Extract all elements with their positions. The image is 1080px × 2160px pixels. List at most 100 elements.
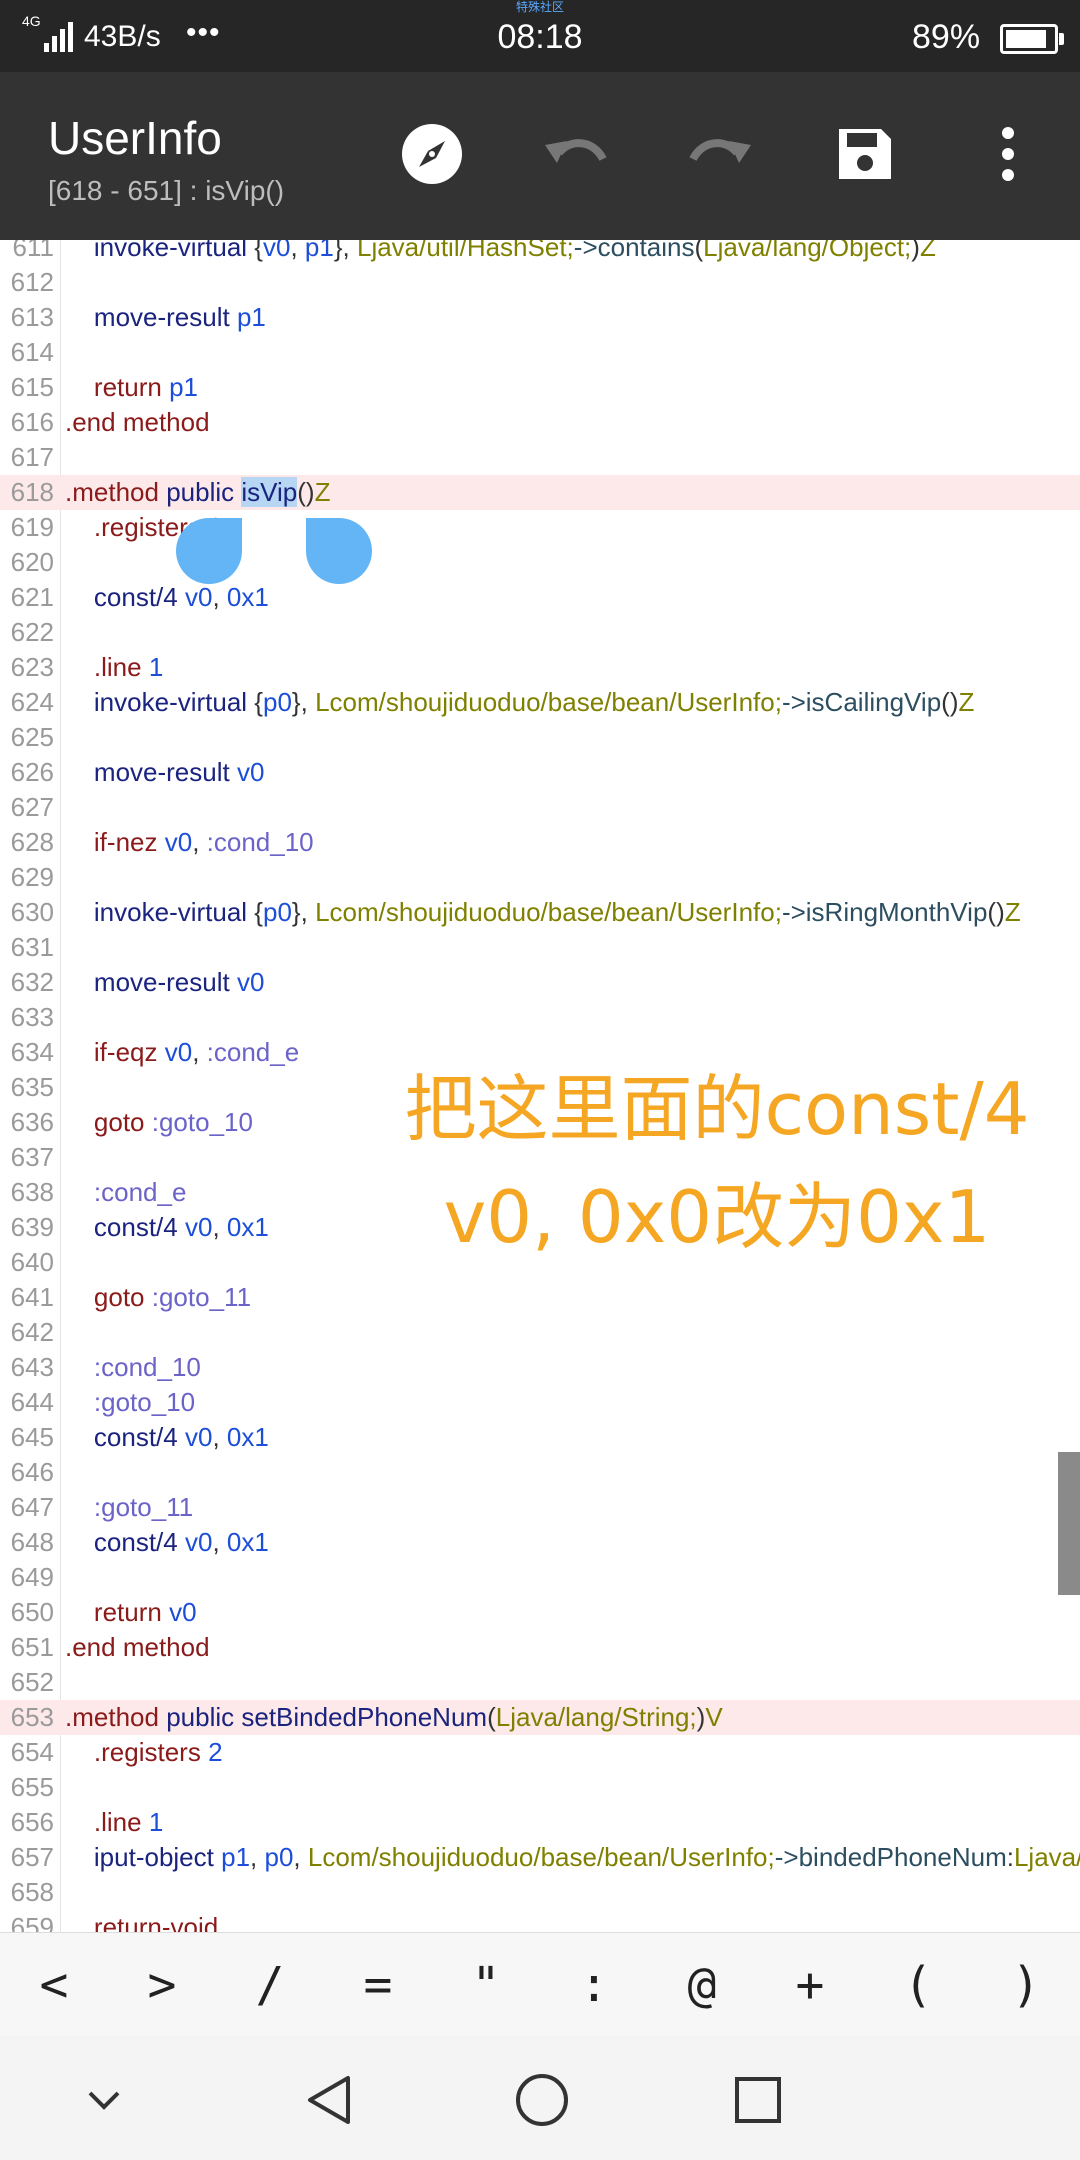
code-line[interactable]: 656 .line 1	[0, 1805, 1080, 1840]
battery-icon	[1000, 24, 1064, 54]
hide-keyboard-button[interactable]	[64, 2060, 144, 2140]
code-token: {	[247, 687, 263, 717]
code-line[interactable]: 630 invoke-virtual {p0}, Lcom/shoujiduod…	[0, 895, 1080, 930]
line-number: 616	[10, 407, 54, 437]
line-number: 637	[10, 1142, 54, 1172]
code-line[interactable]: 651 .end method	[0, 1630, 1080, 1665]
code-line[interactable]: 624 invoke-virtual {p0}, Lcom/shoujiduod…	[0, 685, 1080, 720]
symbol-key[interactable]: @	[662, 1957, 742, 2013]
code-line[interactable]: 632 move-result v0	[0, 965, 1080, 1000]
code-line[interactable]: 626 move-result v0	[0, 755, 1080, 790]
code-line[interactable]: 613 move-result p1	[0, 300, 1080, 335]
save-button[interactable]	[824, 114, 904, 194]
line-number: 634	[10, 1037, 54, 1067]
selection-end-handle[interactable]	[306, 518, 372, 584]
editor-scrollbar[interactable]	[1058, 1452, 1080, 1595]
code-token: p1	[221, 1842, 251, 1872]
code-line[interactable]: 652	[0, 1665, 1080, 1700]
code-line[interactable]: 612	[0, 265, 1080, 300]
code-line[interactable]: 627	[0, 790, 1080, 825]
code-line[interactable]: 629	[0, 860, 1080, 895]
symbol-key[interactable]: /	[230, 1957, 310, 2013]
recents-button[interactable]	[718, 2060, 798, 2140]
selection-start-handle[interactable]	[176, 518, 242, 584]
code-line[interactable]: 620	[0, 545, 1080, 580]
code-token: ,	[212, 582, 227, 612]
code-token: (	[694, 240, 704, 262]
code-line[interactable]: 614	[0, 335, 1080, 370]
code-line[interactable]: 616 .end method	[0, 405, 1080, 440]
symbol-key[interactable]: (	[878, 1957, 958, 2013]
code-line[interactable]: 621 const/4 v0, 0x1	[0, 580, 1080, 615]
code-line[interactable]: 618 .method public isVip()Z	[0, 475, 1080, 510]
code-token: goto	[93, 1282, 145, 1312]
code-token: p0	[263, 687, 292, 717]
code-line[interactable]: 659 return-void	[0, 1910, 1080, 1932]
code-line[interactable]: 657 iput-object p1, p0, Lcom/shoujiduodu…	[0, 1840, 1080, 1875]
code-line[interactable]: 611 invoke-virtual {v0, p1}, Ljava/util/…	[0, 240, 1080, 265]
code-line[interactable]: 655	[0, 1770, 1080, 1805]
line-code: goto :goto_11	[65, 1280, 251, 1315]
line-number: 615	[10, 372, 54, 402]
code-line[interactable]: 653 .method public setBindedPhoneNum(Ljav…	[0, 1700, 1080, 1735]
code-token: ,	[250, 1842, 265, 1872]
code-line[interactable]: 654 .registers 2	[0, 1735, 1080, 1770]
symbol-key[interactable]: )	[986, 1957, 1066, 2013]
code-line[interactable]: 631	[0, 930, 1080, 965]
undo-icon	[545, 139, 607, 163]
code-line[interactable]: 650 return v0	[0, 1595, 1080, 1630]
code-token: ,	[293, 1842, 308, 1872]
code-line[interactable]: 622	[0, 615, 1080, 650]
code-line[interactable]: 649	[0, 1560, 1080, 1595]
code-token: Lcom/shoujiduoduo/base/bean/UserInfo;	[315, 897, 782, 927]
code-token: 0x1	[226, 1527, 269, 1557]
line-number: 636	[10, 1107, 54, 1137]
symbol-key[interactable]: :	[554, 1957, 634, 2013]
back-button[interactable]	[290, 2060, 370, 2140]
symbol-key[interactable]: "	[446, 1957, 526, 2013]
home-button[interactable]	[502, 2060, 582, 2140]
code-line[interactable]: 641 goto :goto_11	[0, 1280, 1080, 1315]
code-line[interactable]: 642	[0, 1315, 1080, 1350]
code-line[interactable]: 645 const/4 v0, 0x1	[0, 1420, 1080, 1455]
line-code: .method public isVip()Z	[65, 475, 330, 510]
code-line[interactable]: 615 return p1	[0, 370, 1080, 405]
code-line[interactable]: 643 :cond_10	[0, 1350, 1080, 1385]
code-line[interactable]: 633	[0, 1000, 1080, 1035]
recents-square-icon	[735, 2077, 781, 2123]
symbol-key[interactable]: +	[770, 1957, 850, 2013]
redo-button[interactable]	[680, 114, 760, 194]
method-range-subtitle[interactable]: [618 - 651] : isVip()	[48, 174, 284, 208]
code-line[interactable]: 625	[0, 720, 1080, 755]
overflow-menu-button[interactable]	[968, 114, 1048, 194]
code-token: ,	[212, 1527, 227, 1557]
app-bar: UserInfo [618 - 651] : isVip()	[0, 72, 1080, 240]
code-line[interactable]: 623 .line 1	[0, 650, 1080, 685]
symbol-key[interactable]: >	[122, 1957, 202, 2013]
symbol-key[interactable]: =	[338, 1957, 418, 2013]
code-line[interactable]: 628 if-nez v0, :cond_10	[0, 825, 1080, 860]
code-line[interactable]: 646	[0, 1455, 1080, 1490]
code-token: ()	[297, 477, 315, 507]
code-token: },	[291, 897, 316, 927]
code-token: v0	[164, 827, 193, 857]
code-line[interactable]: 644 :goto_10	[0, 1385, 1080, 1420]
code-line[interactable]: 647 :goto_11	[0, 1490, 1080, 1525]
code-line[interactable]: 658	[0, 1875, 1080, 1910]
line-code: :goto_11	[65, 1490, 193, 1525]
code-line[interactable]: 617	[0, 440, 1080, 475]
undo-button[interactable]	[536, 114, 616, 194]
navigate-button[interactable]	[392, 114, 472, 194]
symbol-key[interactable]: <	[14, 1957, 94, 2013]
code-line[interactable]: 648 const/4 v0, 0x1	[0, 1525, 1080, 1560]
code-token: V	[705, 1702, 723, 1732]
line-number: 633	[10, 1002, 54, 1032]
code-line[interactable]: 619 .registers 2	[0, 510, 1080, 545]
